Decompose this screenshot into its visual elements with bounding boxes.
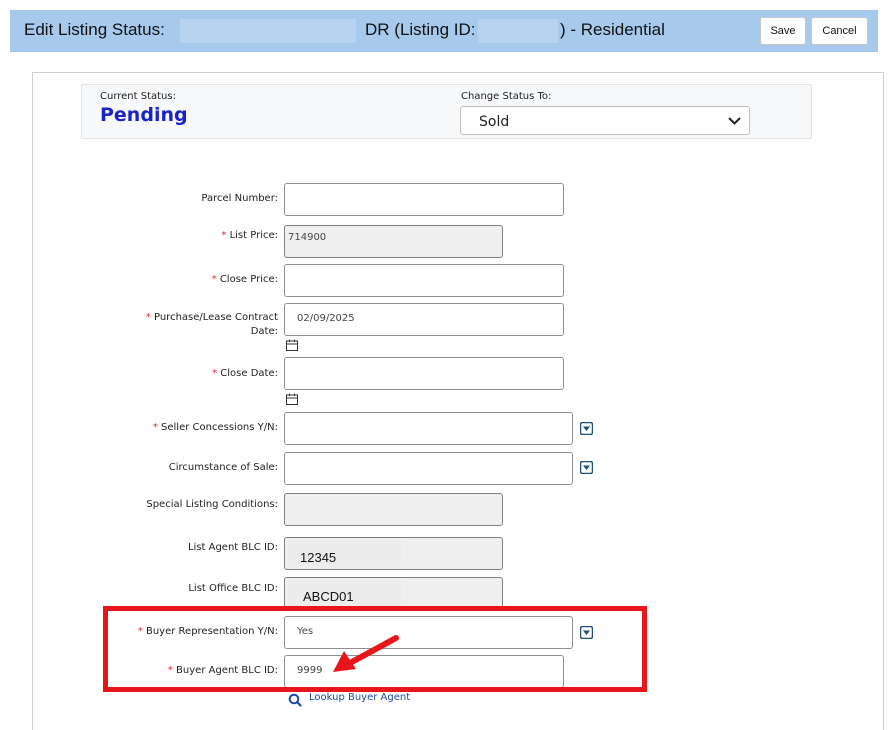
chevron-down-icon xyxy=(728,117,741,125)
close-price-input[interactable] xyxy=(284,264,564,297)
dropdown-icon[interactable] xyxy=(580,461,593,474)
redacted-address xyxy=(180,19,356,43)
list-price-label: * List Price: xyxy=(221,230,278,241)
list-agent-blc-id-value: 12345 xyxy=(300,550,337,565)
close-price-label: * Close Price: xyxy=(211,274,278,285)
seller-concessions-label: * Seller Concessions Y/N: xyxy=(152,422,278,433)
list-office-blc-id-value: ABCD01 xyxy=(303,589,354,604)
title-prefix: Edit Listing Status: xyxy=(24,20,165,39)
special-listing-conditions-label: Special Listing Conditions: xyxy=(146,499,278,510)
circumstance-of-sale-input[interactable] xyxy=(284,452,573,485)
arrow-annotation-icon xyxy=(333,635,399,672)
redacted-listing-id xyxy=(478,19,558,43)
save-button[interactable]: Save xyxy=(760,17,806,45)
calendar-icon[interactable] xyxy=(286,393,298,405)
contract-date-label: * Purchase/Lease Contract Date: xyxy=(145,312,278,337)
dropdown-icon[interactable] xyxy=(580,422,593,435)
contract-date-input[interactable]: 02/09/2025 xyxy=(284,303,564,336)
circumstance-of-sale-label: Circumstance of Sale: xyxy=(168,462,278,473)
seller-concessions-input[interactable] xyxy=(284,412,573,445)
change-status-value: Sold xyxy=(479,114,510,130)
change-status-select[interactable]: Sold xyxy=(460,106,750,135)
close-date-label: * Close Date: xyxy=(212,368,278,379)
parcel-number-input[interactable] xyxy=(284,183,564,216)
title-suffix: ) - Residential xyxy=(560,20,665,39)
cancel-button[interactable]: Cancel xyxy=(811,17,868,45)
lookup-buyer-agent-link[interactable]: Lookup Buyer Agent xyxy=(309,692,410,703)
close-date-input[interactable] xyxy=(284,357,564,390)
title-bar: Edit Listing Status: DR (Listing ID: ) -… xyxy=(10,10,878,52)
current-status-value: Pending xyxy=(100,104,188,126)
list-price-input[interactable]: 714900 xyxy=(284,225,503,258)
search-icon[interactable] xyxy=(288,693,302,707)
list-office-blc-id-label: List Office BLC ID: xyxy=(188,583,278,594)
title-listing-id-label: DR (Listing ID: xyxy=(365,20,476,39)
parcel-number-label: Parcel Number: xyxy=(201,193,278,204)
calendar-icon[interactable] xyxy=(286,339,298,351)
current-status-label: Current Status: xyxy=(100,91,176,102)
change-status-label: Change Status To: xyxy=(461,91,552,102)
list-agent-blc-id-label: List Agent BLC ID: xyxy=(187,542,278,553)
special-listing-conditions-input[interactable] xyxy=(284,493,503,526)
